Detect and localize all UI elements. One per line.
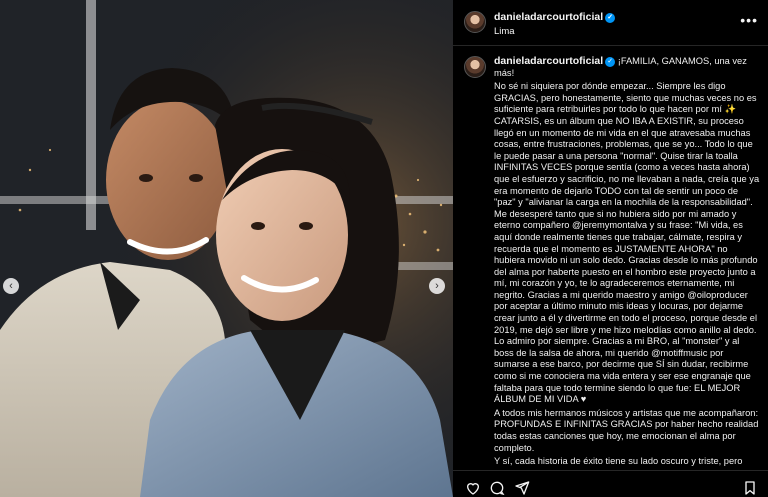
post-caption: danieladarcourtoficial ✓ ¡FAMILIA, GANAMO… bbox=[453, 46, 768, 468]
couple-selfie-image bbox=[0, 0, 453, 497]
post-location[interactable]: Lima bbox=[494, 26, 515, 37]
caption-username[interactable]: danieladarcourtoficial bbox=[494, 55, 603, 67]
author-avatar[interactable] bbox=[464, 11, 486, 33]
post-details-panel: danieladarcourtoficial ✓ Lima ••• daniela… bbox=[453, 0, 768, 497]
caption-paragraph-2: No sé ni siquiera por dónde empezar... S… bbox=[494, 81, 760, 405]
more-options-icon[interactable]: ••• bbox=[740, 12, 758, 28]
carousel-next-button[interactable]: › bbox=[429, 278, 445, 294]
caption-verified-badge-icon: ✓ bbox=[605, 57, 616, 67]
caption-paragraph-1: danieladarcourtoficial ✓ ¡FAMILIA, GANAMO… bbox=[494, 55, 760, 79]
author-username-text[interactable]: danieladarcourtoficial bbox=[494, 11, 603, 23]
post-photo[interactable]: ‹ › bbox=[0, 0, 453, 497]
comment-icon[interactable] bbox=[489, 480, 505, 496]
caption-author-avatar[interactable] bbox=[464, 56, 486, 78]
carousel-prev-button[interactable]: ‹ bbox=[3, 278, 19, 294]
post-actions-bar bbox=[453, 470, 768, 497]
window-frame bbox=[86, 0, 96, 230]
caption-text: danieladarcourtoficial ✓ ¡FAMILIA, GANAMO… bbox=[494, 55, 760, 468]
author-username[interactable]: danieladarcourtoficial ✓ bbox=[494, 11, 616, 23]
save-bookmark-icon[interactable] bbox=[742, 480, 758, 496]
like-heart-icon[interactable] bbox=[465, 480, 481, 496]
caption-paragraph-3: A todos mis hermanos músicos y artistas … bbox=[494, 407, 759, 453]
share-send-icon[interactable] bbox=[514, 480, 530, 496]
caption-paragraph-4: Y sí, cada historia de éxito tiene su la… bbox=[494, 456, 752, 468]
verified-badge-icon: ✓ bbox=[605, 13, 616, 23]
post-header: danieladarcourtoficial ✓ Lima ••• bbox=[453, 0, 768, 46]
